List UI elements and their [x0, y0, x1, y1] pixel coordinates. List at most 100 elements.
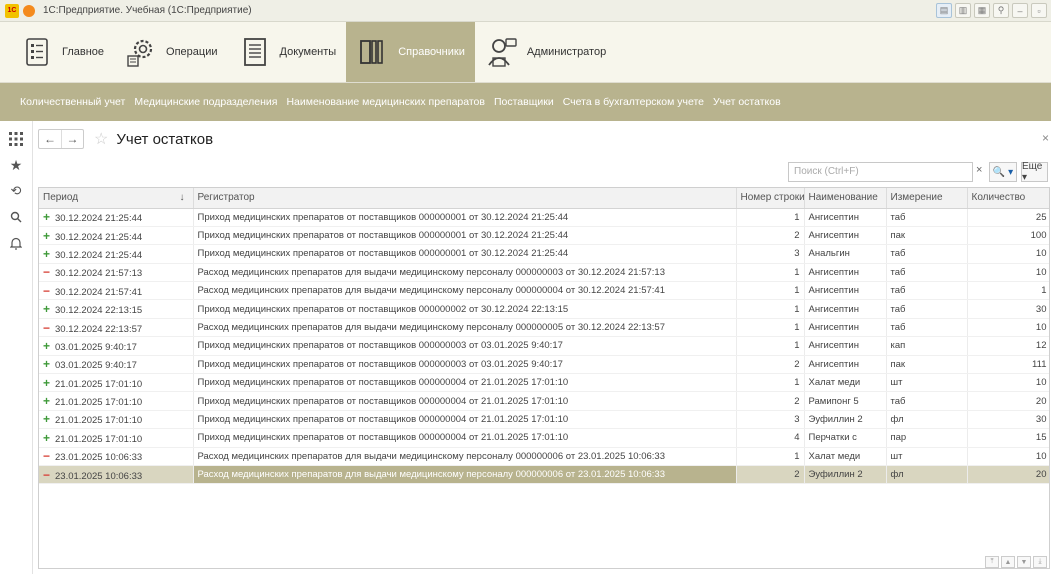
cell-registrar: Приход медицинских препаратов от поставщ… — [193, 208, 737, 227]
register-table[interactable]: Период ↓ Регистратор Номер строки Наимено… — [38, 187, 1050, 569]
table-row[interactable]: +03.01.2025 9:40:17 Приход медицинских пр… — [39, 336, 1049, 356]
nav-item-2[interactable]: Наименование медицинских препаратов — [286, 96, 485, 108]
page-title: Учет остатков — [116, 130, 214, 148]
cell-quantity: 1 — [967, 281, 1049, 301]
receipt-plus-icon: + — [43, 338, 51, 353]
cell-quantity: 10 — [967, 447, 1049, 466]
cell-unit: таб — [886, 244, 968, 264]
scroll-buttons: ⤒ ▲ ▼ ⤓ — [985, 556, 1047, 568]
cell-period: −23.01.2025 10:06:33 — [39, 465, 194, 485]
section-catalogs[interactable]: Справочники — [346, 22, 475, 82]
favorites-star-icon[interactable]: ★ — [6, 155, 26, 175]
column-header-registrar[interactable]: Регистратор — [193, 188, 737, 209]
nav-item-4[interactable]: Счета в бухгалтерском учете — [563, 96, 704, 108]
cell-line-number: 1 — [736, 263, 805, 283]
period-text: 21.01.2025 17:01:10 — [55, 433, 143, 445]
history-nav: ← → — [38, 129, 84, 149]
cell-unit: таб — [886, 208, 968, 227]
minimize-icon[interactable]: – — [1012, 3, 1028, 18]
receipt-plus-icon: + — [43, 375, 51, 390]
nav-item-0[interactable]: Количественный учет — [20, 96, 125, 108]
apps-grid-icon[interactable] — [6, 129, 26, 149]
search-menu-icon[interactable]: ⚲ — [993, 3, 1009, 18]
section-main[interactable]: Главное — [10, 22, 114, 82]
period-text: 30.12.2024 22:13:15 — [55, 305, 143, 317]
back-arrow-icon[interactable]: ← — [39, 130, 61, 148]
nav-item-5[interactable]: Учет остатков — [713, 96, 781, 108]
table-row[interactable]: +03.01.2025 9:40:17 Приход медицинских пр… — [39, 355, 1049, 375]
period-text: 30.12.2024 21:25:44 — [55, 249, 143, 261]
cell-quantity: 20 — [967, 391, 1049, 411]
cell-period: +30.12.2024 21:25:44 — [39, 226, 194, 246]
period-text: 03.01.2025 9:40:17 — [55, 360, 137, 372]
maximize-icon[interactable]: ▫ — [1031, 3, 1047, 18]
section-operations[interactable]: Операции — [114, 22, 227, 82]
scroll-bottom-icon[interactable]: ⤓ — [1033, 556, 1047, 568]
more-button[interactable]: Еще ▾ — [1021, 161, 1048, 183]
cell-registrar: Приход медицинских препаратов от поставщ… — [193, 336, 737, 356]
forward-arrow-icon[interactable]: → — [61, 130, 83, 148]
section-label: Справочники — [398, 46, 465, 58]
table-row[interactable]: −23.01.2025 10:06:33 Расход медицинских п… — [39, 447, 1049, 466]
history-clock-icon[interactable]: ⟲ — [6, 181, 26, 201]
favorites-panel-icon[interactable]: ▥ — [955, 3, 971, 18]
table-row[interactable]: −30.12.2024 21:57:13 Расход медицинских п… — [39, 263, 1049, 283]
app-logo-icon[interactable]: 1С — [5, 3, 19, 18]
cell-period: +30.12.2024 21:25:44 — [39, 244, 194, 264]
cell-period: +21.01.2025 17:01:10 — [39, 373, 194, 393]
history-icon[interactable]: ▤ — [936, 3, 952, 18]
receipt-plus-icon: + — [43, 412, 51, 427]
column-header-period[interactable]: Период ↓ — [39, 188, 194, 209]
receipt-plus-icon: + — [43, 246, 51, 261]
search-icon[interactable] — [6, 207, 26, 227]
cell-line-number: 1 — [736, 281, 805, 301]
table-row[interactable]: +30.12.2024 22:13:15 Приход медицинских п… — [39, 299, 1049, 319]
window-titlebar: 1С 1С:Предприятие. Учебная (1С:Предприят… — [0, 0, 1051, 22]
search-input[interactable]: Поиск (Ctrl+F) — [788, 162, 973, 182]
scroll-top-icon[interactable]: ⤒ — [985, 556, 999, 568]
clear-search-icon[interactable]: × — [976, 164, 982, 176]
nav-item-3[interactable]: Поставщики — [494, 96, 554, 108]
table-row[interactable]: −30.12.2024 21:57:41 Расход медицинских п… — [39, 281, 1049, 301]
cell-unit: таб — [886, 299, 968, 319]
documents-icon — [238, 35, 272, 69]
cell-registrar: Приход медицинских препаратов от поставщ… — [193, 373, 737, 393]
column-header-line-number[interactable]: Номер строки — [736, 188, 805, 209]
cell-line-number: 2 — [736, 355, 805, 375]
period-text: 23.01.2025 10:06:33 — [55, 470, 143, 482]
table-row[interactable]: +21.01.2025 17:01:10 Приход медицинских п… — [39, 391, 1049, 411]
scroll-down-icon[interactable]: ▼ — [1017, 556, 1031, 568]
cell-line-number: 1 — [736, 336, 805, 356]
column-header-quantity[interactable]: Количество — [967, 188, 1049, 209]
cell-name: Ангисептин — [804, 355, 887, 375]
table-row[interactable]: +21.01.2025 17:01:10 Приход медицинских п… — [39, 410, 1049, 430]
table-row[interactable]: +30.12.2024 21:25:44 Приход медицинских п… — [39, 244, 1049, 264]
column-header-unit[interactable]: Измерение — [886, 188, 968, 209]
table-row[interactable]: −30.12.2024 22:13:57 Расход медицинских п… — [39, 318, 1049, 338]
table-row[interactable]: +21.01.2025 17:01:10 Приход медицинских п… — [39, 373, 1049, 393]
table-row[interactable]: +30.12.2024 21:25:44 Приход медицинских п… — [39, 208, 1049, 227]
expense-minus-icon: − — [43, 449, 51, 464]
close-form-icon[interactable]: × — [1042, 131, 1049, 145]
main-menu-icon[interactable] — [23, 4, 35, 17]
search-button[interactable]: 🔍 ▾ — [989, 162, 1017, 182]
section-admin[interactable]: Администратор — [475, 22, 616, 82]
cell-name: Ангисептин — [804, 263, 887, 283]
period-text: 23.01.2025 10:06:33 — [55, 452, 143, 464]
table-row[interactable]: +21.01.2025 17:01:10 Приход медицинских п… — [39, 428, 1049, 448]
column-header-name[interactable]: Наименование — [804, 188, 887, 209]
cell-line-number: 2 — [736, 465, 805, 485]
nav-item-1[interactable]: Медицинские подразделения — [134, 96, 277, 108]
table-row[interactable]: −23.01.2025 10:06:33 Расход медицинских п… — [39, 465, 1049, 485]
scroll-up-icon[interactable]: ▲ — [1001, 556, 1015, 568]
cell-quantity: 25 — [967, 208, 1049, 227]
add-to-favorites-star-icon[interactable]: ☆ — [94, 129, 108, 149]
operations-icon — [124, 35, 158, 69]
receipt-plus-icon: + — [43, 210, 51, 225]
cell-line-number: 2 — [736, 391, 805, 411]
bell-icon[interactable] — [6, 233, 26, 253]
section-documents[interactable]: Документы — [228, 22, 347, 82]
panels-icon[interactable]: ▦ — [974, 3, 990, 18]
cell-period: +03.01.2025 9:40:17 — [39, 336, 194, 356]
table-row[interactable]: +30.12.2024 21:25:44 Приход медицинских п… — [39, 226, 1049, 246]
